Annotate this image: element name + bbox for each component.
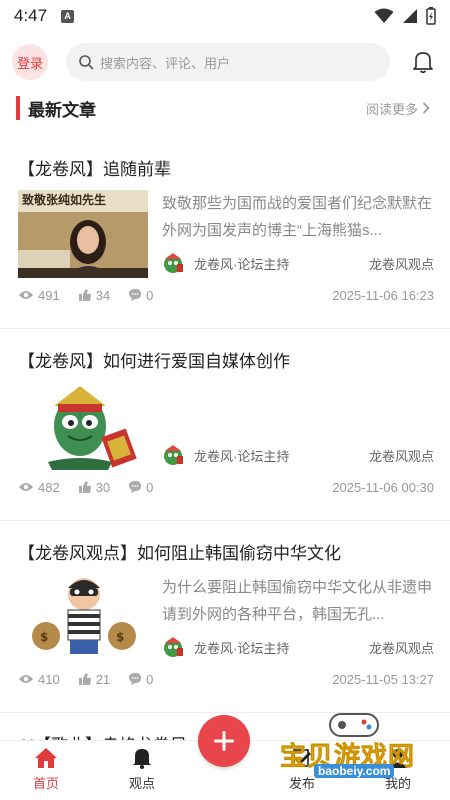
likes-count: 21 — [95, 671, 111, 687]
top-header: 登录 搜索内容、评论、用户 — [0, 40, 450, 84]
bell-icon — [133, 749, 151, 769]
article-stats: 482 30 0 2025-11-06 00:30 — [18, 478, 434, 496]
comments-count: 0 — [146, 479, 154, 495]
author-avatar[interactable] — [162, 444, 184, 466]
nav-home-label: 首页 — [32, 776, 59, 791]
svg-text:$: $ — [116, 630, 124, 644]
article-author-row: 龙卷风·论坛主持 龙卷风观点 — [162, 251, 434, 275]
author-avatar[interactable] — [162, 636, 184, 658]
article-thumbnail[interactable] — [18, 382, 148, 470]
article-date: 2025-11-05 13:27 — [332, 671, 434, 687]
notifications-button[interactable] — [408, 47, 438, 77]
comments-count: 0 — [146, 671, 154, 687]
article-thumbnail[interactable]: 致敬张纯如先生 — [18, 190, 148, 278]
read-more-link[interactable]: 阅读更多 — [366, 99, 430, 118]
thumbs-up-icon — [78, 673, 91, 685]
article-divider — [0, 520, 450, 521]
signal-icon — [403, 9, 417, 23]
author-name[interactable]: 龙卷风·论坛主持 — [194, 446, 289, 465]
status-time: 4:47 — [14, 6, 48, 25]
thumbs-up-icon — [78, 481, 91, 493]
chevron-right-icon — [422, 102, 430, 114]
watermark-url: baobeiy.com — [314, 764, 395, 778]
status-bar: 4:47 A — [0, 0, 450, 32]
views-stat: 491 — [18, 288, 60, 303]
login-button[interactable]: 登录 — [12, 44, 48, 80]
likes-stat[interactable]: 21 — [78, 672, 110, 687]
article-author-row: 龙卷风·论坛主持 龙卷风观点 — [162, 635, 434, 659]
article-author-row: 龙卷风·论坛主持 龙卷风观点 — [162, 443, 434, 467]
site-watermark: 宝贝游戏网 baobeiy.com — [276, 708, 446, 788]
article-title[interactable]: 【龙卷风】追随前辈 — [18, 155, 171, 180]
article-divider — [0, 328, 450, 329]
article-category-tag[interactable]: 龙卷风观点 — [369, 254, 434, 273]
article-date: 2025-11-06 16:23 — [332, 287, 434, 303]
eye-icon — [19, 291, 33, 299]
section-accent-bar — [16, 96, 20, 120]
plus-icon — [214, 731, 234, 751]
article-category-tag[interactable]: 龙卷风观点 — [369, 446, 434, 465]
eye-icon — [19, 483, 33, 491]
author-name[interactable]: 龙卷风·论坛主持 — [194, 254, 289, 273]
nav-opinion[interactable]: 观点 — [112, 747, 172, 792]
nav-home[interactable]: 首页 — [16, 747, 76, 792]
article-summary: 为什么要阻止韩国偷窃中华文化从非遗申请到外网的各种平台，韩国无孔... — [162, 579, 433, 623]
article-date: 2025-11-06 00:30 — [332, 479, 434, 495]
battery-icon — [426, 7, 436, 25]
comments-stat[interactable]: 0 — [128, 672, 153, 687]
comments-stat[interactable]: 0 — [128, 480, 153, 495]
notification-app-icon: A — [61, 9, 75, 23]
nav-opinion-label: 观点 — [128, 776, 155, 791]
article-summary: 致敬那些为国而战的爱国者们纪念默默在外网为国发声的博主“上海熊猫s... — [162, 195, 433, 239]
read-more-label: 阅读更多 — [365, 101, 418, 117]
views-stat: 410 — [18, 672, 60, 687]
likes-stat[interactable]: 34 — [78, 288, 110, 303]
article-stats: 410 21 0 2025-11-05 13:27 — [18, 670, 434, 688]
search-placeholder: 搜索内容、评论、用户 — [100, 55, 231, 71]
latest-articles-header: 最新文章 阅读更多 — [0, 94, 450, 122]
author-avatar[interactable] — [162, 252, 184, 274]
wifi-icon — [374, 8, 394, 23]
comments-count: 0 — [146, 287, 154, 303]
bell-icon — [413, 52, 433, 74]
author-name[interactable]: 龙卷风·论坛主持 — [194, 638, 289, 657]
views-count: 491 — [38, 287, 60, 303]
publish-add-button[interactable] — [198, 715, 250, 767]
svg-text:$: $ — [40, 630, 48, 644]
views-stat: 482 — [18, 480, 60, 495]
portrait-image: 致敬张纯如先生 — [18, 190, 148, 278]
likes-stat[interactable]: 30 — [78, 480, 110, 495]
article-title[interactable]: 【龙卷风观点】如何阻止韩国偷窃中华文化 — [18, 539, 341, 564]
thumbnail-caption: 致敬张纯如先生 — [22, 192, 106, 207]
views-count: 410 — [38, 671, 60, 687]
section-title: 最新文章 — [28, 100, 96, 120]
home-icon — [35, 748, 57, 768]
article-stats: 491 34 0 2025-11-06 16:23 — [18, 286, 434, 304]
article-category-tag[interactable]: 龙卷风观点 — [369, 638, 434, 657]
mascot-image — [18, 382, 148, 470]
eye-icon — [19, 675, 33, 683]
comment-icon — [129, 289, 142, 301]
likes-count: 34 — [95, 287, 111, 303]
thumbs-up-icon — [78, 289, 91, 301]
comment-icon — [129, 481, 142, 493]
comments-stat[interactable]: 0 — [128, 288, 153, 303]
article-title[interactable]: 【龙卷风】如何进行爱国自媒体创作 — [18, 347, 290, 372]
likes-count: 30 — [95, 479, 111, 495]
thief-cartoon-image: $ $ — [18, 574, 148, 662]
comment-icon — [129, 673, 142, 685]
views-count: 482 — [38, 479, 60, 495]
search-icon — [79, 55, 94, 70]
search-input[interactable]: 搜索内容、评论、用户 — [66, 43, 390, 81]
article-thumbnail[interactable]: $ $ — [18, 574, 148, 662]
status-indicators — [374, 7, 436, 25]
